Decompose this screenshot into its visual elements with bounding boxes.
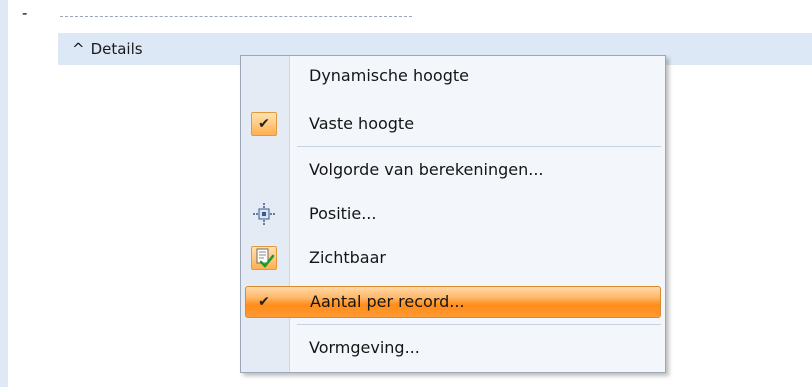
menu-item-volgorde-van-berekeningen[interactable]: Volgorde van berekeningen... [245, 154, 661, 186]
details-label: Details [90, 40, 143, 58]
dashed-separator [60, 16, 412, 17]
visible-icon [251, 246, 277, 270]
menu-item-zichtbaar[interactable]: Zichtbaar [245, 242, 661, 274]
collapse-marker[interactable]: - [22, 4, 27, 22]
menu-item-aantal-per-record[interactable]: ✔ Aantal per record... [245, 286, 661, 318]
menu-item-vaste-hoogte[interactable]: ✔ Vaste hoogte [245, 108, 661, 140]
menu-item-label: Aantal per record... [310, 292, 465, 311]
checkmark-icon: ✔ [258, 294, 270, 310]
menu-item-vormgeving[interactable]: Vormgeving... [245, 332, 661, 364]
menu-item-label: Volgorde van berekeningen... [309, 160, 544, 179]
left-gutter-strip [0, 0, 8, 387]
caret-up-icon: ^ [72, 40, 85, 58]
menu-item-label: Dynamische hoogte [309, 66, 469, 85]
menu-item-positie[interactable]: Positie... [245, 198, 661, 230]
menu-item-label: Zichtbaar [309, 248, 386, 267]
context-menu: Dynamische hoogte ✔ Vaste hoogte Volgord… [240, 55, 666, 373]
checkmark-icon: ✔ [251, 112, 277, 136]
position-icon [251, 202, 277, 226]
menu-separator [297, 324, 661, 325]
menu-item-label: Vormgeving... [309, 338, 420, 357]
menu-item-dynamische-hoogte[interactable]: Dynamische hoogte [245, 60, 661, 92]
menu-item-label: Vaste hoogte [309, 114, 415, 133]
details-section-header[interactable]: ^ Details [72, 40, 143, 58]
menu-separator [297, 146, 661, 147]
menu-item-label: Positie... [309, 204, 377, 223]
